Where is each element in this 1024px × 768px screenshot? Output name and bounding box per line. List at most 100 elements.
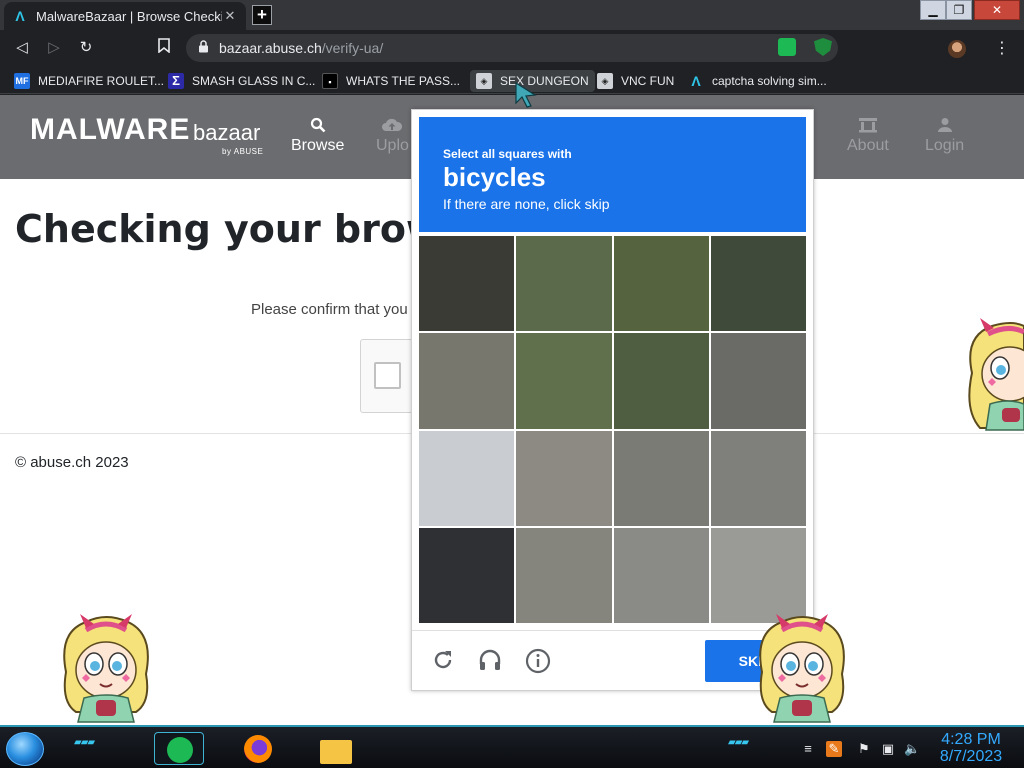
clock-date: 8/7/2023 xyxy=(939,748,1003,765)
bookmark-item[interactable]: ◈ VNC FUN xyxy=(597,70,674,92)
captcha-tile[interactable] xyxy=(516,430,612,526)
bookmark-label: captcha solving sim... xyxy=(712,74,827,88)
captcha-tile[interactable] xyxy=(613,236,709,332)
nav-browse[interactable]: Browse xyxy=(291,117,344,155)
forward-icon[interactable]: ▷ xyxy=(44,38,64,58)
captcha-tile[interactable] xyxy=(613,430,709,526)
window-minimize-button[interactable]: ▁ xyxy=(920,0,946,20)
window-close-button[interactable]: ✕ xyxy=(974,0,1020,20)
bookmark-item[interactable]: Λ captcha solving sim... xyxy=(688,70,827,92)
captcha-image-grid xyxy=(419,236,806,623)
copyright-text: © abuse.ch 2023 xyxy=(15,454,129,471)
captcha-checkbox[interactable] xyxy=(374,362,401,389)
bookmark-item[interactable]: Σ SMASH GLASS IN C... xyxy=(168,70,315,92)
bookmark-label: MEDIAFIRE ROULET... xyxy=(38,74,165,88)
new-tab-button[interactable]: + xyxy=(252,5,272,25)
url-host: bazaar.abuse.ch xyxy=(219,40,322,56)
system-clock[interactable]: 4:28 PM 8/7/2023 xyxy=(936,731,1006,765)
desktop-screen: Λ MalwareBazaar | Browse Checking ✕ + ▁ … xyxy=(0,0,1024,768)
show-hidden-icons-icon[interactable]: ≡ xyxy=(800,741,816,757)
site-logo[interactable]: MALWARE xyxy=(30,113,190,147)
audio-icon[interactable] xyxy=(476,648,504,676)
window-maximize-button[interactable]: ❐ xyxy=(946,0,972,20)
reload-page-icon[interactable]: ↻ xyxy=(76,38,96,58)
nav-login[interactable]: Login xyxy=(925,117,964,155)
captcha-tile[interactable] xyxy=(710,527,806,623)
sigma-icon: Σ xyxy=(168,73,184,89)
nav-label: Browse xyxy=(291,137,345,154)
mediafire-icon: MF xyxy=(14,73,30,89)
info-icon[interactable] xyxy=(524,648,552,676)
star-butterfly-sticker xyxy=(759,614,845,723)
nav-label: Login xyxy=(925,137,965,154)
bank-icon xyxy=(847,117,889,137)
nav-upload[interactable]: Uplo xyxy=(376,117,409,155)
captcha-challenge: Select all squares with bicycles If ther… xyxy=(411,109,814,691)
arc-icon: Λ xyxy=(691,73,701,89)
dungeon-icon: ◈ xyxy=(476,73,492,89)
taskbar-decoration: ▰▰▰ xyxy=(728,737,749,748)
captcha-tile[interactable] xyxy=(419,333,515,429)
bookmark-label: SEX DUNGEON xyxy=(500,74,589,88)
profile-avatar[interactable] xyxy=(948,40,966,58)
bookmark-item[interactable]: MF MEDIAFIRE ROULET... xyxy=(14,70,164,92)
browser-tab-strip: Λ MalwareBazaar | Browse Checking ✕ + ▁ … xyxy=(0,0,1024,30)
nav-label: About xyxy=(847,137,889,154)
captcha-tile[interactable] xyxy=(419,430,515,526)
tab-title: MalwareBazaar | Browse Checking xyxy=(36,8,222,24)
taskbar-app-firefox[interactable] xyxy=(232,732,282,765)
captcha-tile[interactable] xyxy=(419,527,515,623)
url-path: /verify-ua/ xyxy=(321,40,384,56)
star-butterfly-sticker xyxy=(968,318,1024,431)
nav-label: Uplo xyxy=(376,137,409,154)
captcha-tile[interactable] xyxy=(516,527,612,623)
captcha-tile[interactable] xyxy=(710,236,806,332)
volume-icon[interactable]: 🔈 xyxy=(904,741,920,757)
captcha-tile[interactable] xyxy=(710,333,806,429)
nav-about[interactable]: About xyxy=(847,117,889,155)
captcha-skip-hint: If there are none, click skip xyxy=(443,196,610,212)
arc-favicon-icon: Λ xyxy=(15,8,25,24)
taskbar-app-file-explorer[interactable] xyxy=(312,732,362,765)
upload-icon xyxy=(376,117,409,137)
bookmark-label: SMASH GLASS IN C... xyxy=(192,74,316,88)
action-center-flag-icon[interactable]: ⚑ xyxy=(856,741,872,757)
clock-time: 4:28 PM xyxy=(941,731,1001,748)
bookmark-item[interactable]: ▪ WHATS THE PASS... xyxy=(322,70,460,92)
captcha-instruction-line: Select all squares with xyxy=(443,147,572,161)
reload-icon[interactable] xyxy=(429,648,457,676)
terminal-icon: ▪ xyxy=(322,73,338,89)
taskbar-app-spotify[interactable] xyxy=(154,732,204,765)
lock-icon xyxy=(198,40,209,56)
dungeon-icon: ◈ xyxy=(597,73,613,89)
confirm-text: Please confirm that you xyxy=(251,301,408,318)
captcha-tile[interactable] xyxy=(613,527,709,623)
mouse-cursor-icon xyxy=(515,82,537,108)
bookmarks-bar: MF MEDIAFIRE ROULET... Σ SMASH GLASS IN … xyxy=(0,66,1024,94)
site-logo-by: by ABUSE xyxy=(222,147,264,156)
star-butterfly-sticker xyxy=(63,614,149,723)
firefox-icon xyxy=(244,735,272,763)
taskbar: ▰▰▰ ▰▰▰ ≡ ✎ ⚑ ▣ 🔈 4:28 PM 8/7/2023 xyxy=(0,725,1024,768)
file-explorer-icon xyxy=(320,740,352,764)
browser-toolbar: ◁ ▷ ↻ bazaar.abuse.ch/verify-ua/ xyxy=(0,30,1024,66)
extension-green-icon[interactable] xyxy=(778,38,796,56)
back-icon[interactable]: ◁ xyxy=(12,38,32,58)
app-tray-icon[interactable]: ✎ xyxy=(826,741,842,757)
captcha-tile[interactable] xyxy=(516,236,612,332)
captcha-tile[interactable] xyxy=(710,430,806,526)
captcha-target-object: bicycles xyxy=(443,162,546,192)
network-icon[interactable]: ▣ xyxy=(880,741,896,757)
bookmark-label: WHATS THE PASS... xyxy=(346,74,461,88)
bookmark-label: VNC FUN xyxy=(621,74,675,88)
site-logo-sub: bazaar xyxy=(193,120,261,145)
captcha-tile[interactable] xyxy=(516,333,612,429)
captcha-tile[interactable] xyxy=(419,236,515,332)
browser-menu-icon[interactable]: ⋮ xyxy=(994,38,1010,58)
tab-close-icon[interactable]: ✕ xyxy=(222,8,238,24)
address-bar[interactable]: bazaar.abuse.ch/verify-ua/ xyxy=(186,34,838,62)
browser-tab-active[interactable]: Λ MalwareBazaar | Browse Checking ✕ xyxy=(4,2,246,30)
start-button[interactable] xyxy=(6,732,44,766)
bookmark-star-icon[interactable] xyxy=(154,38,174,58)
captcha-tile[interactable] xyxy=(613,333,709,429)
